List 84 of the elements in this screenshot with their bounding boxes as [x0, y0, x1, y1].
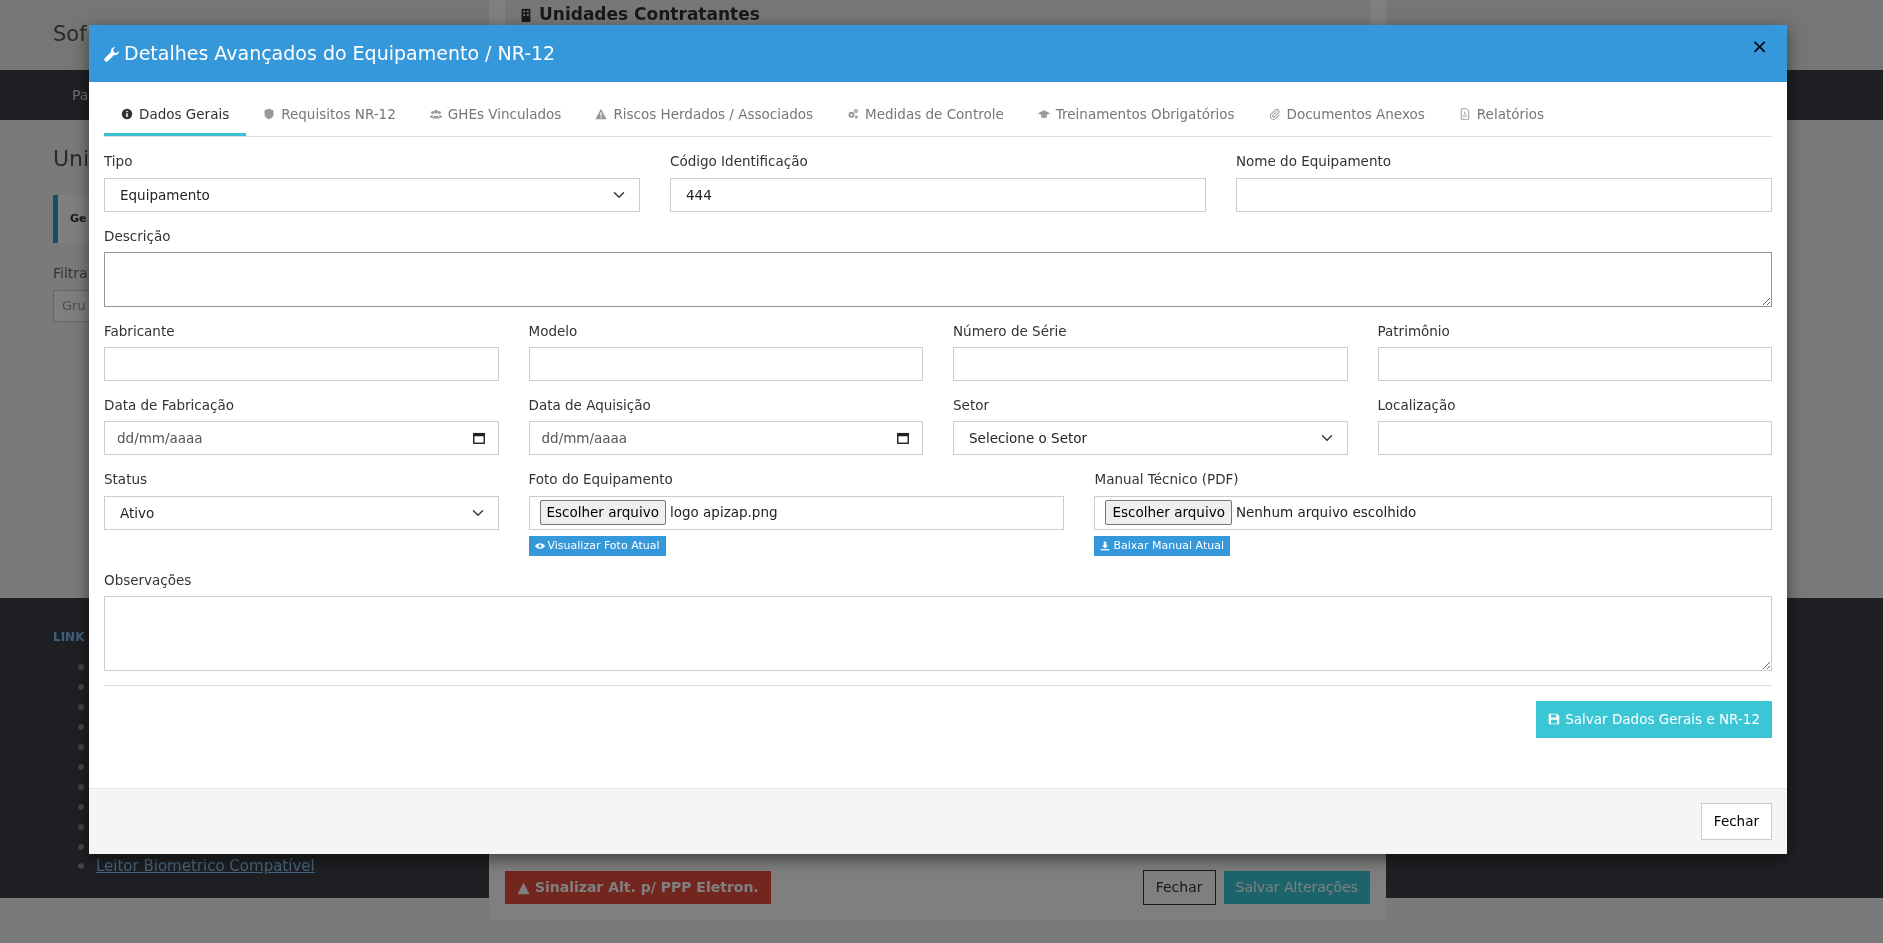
text-field[interactable] [953, 347, 1348, 381]
text-field[interactable]: 444 [670, 177, 1206, 212]
tab[interactable]: Treinamentos Obrigatórios [1020, 94, 1252, 137]
close-button[interactable]: Fechar [1700, 803, 1772, 840]
tab[interactable]: Riscos Herdados / Associados [578, 94, 831, 137]
footer-link[interactable]: Leitor Biometrico Compatível [96, 854, 315, 878]
file-name: Nenhum arquivo escolhido [1235, 503, 1417, 523]
pdf-file-icon [1458, 108, 1471, 121]
text-field[interactable] [104, 347, 499, 381]
select-field[interactable]: Selecione o Setor [953, 421, 1348, 456]
building-icon [519, 7, 533, 23]
field-label: Tipo [104, 152, 134, 172]
field-label: Nome do Equipamento [1235, 152, 1392, 172]
text-field[interactable] [1377, 421, 1772, 456]
field-label: Manual Técnico (PDF) [1094, 470, 1240, 490]
field-label: Patrimônio [1377, 321, 1451, 341]
select-field[interactable]: Equipamento [104, 177, 640, 212]
tab[interactable]: Medidas de Controle [830, 94, 1021, 137]
field-label: Descrição [104, 226, 172, 246]
bullet-icon [78, 684, 84, 690]
bullet-icon [78, 844, 84, 850]
close-button[interactable]: × [1747, 35, 1772, 56]
bullet-icon [78, 764, 84, 770]
bullet-icon [78, 664, 84, 670]
field-label: Data de Aquisição [528, 396, 652, 415]
tab[interactable]: Dados Gerais [104, 94, 247, 137]
date-field[interactable]: dd/mm/aaaa [528, 421, 923, 456]
filter-label: Filtra [53, 264, 89, 283]
field-label: Localização [1377, 396, 1457, 415]
nav-link[interactable]: Pa [72, 84, 89, 106]
wrench-icon [104, 45, 120, 62]
tab[interactable]: Requisitos NR-12 [246, 94, 413, 137]
file-action-button[interactable]: Baixar Manual Atual [1094, 535, 1230, 556]
field-label: Status [104, 470, 149, 490]
paperclip-icon [1268, 108, 1281, 121]
shield-icon [263, 108, 276, 121]
warning-icon [517, 881, 530, 895]
field-label: Número de Série [953, 321, 1068, 341]
choose-file-button[interactable]: Escolher arquivo [539, 500, 666, 525]
links-heading: LINK [53, 629, 86, 646]
info-icon [121, 108, 133, 121]
calendar-icon [896, 431, 910, 446]
bullet-icon [78, 744, 84, 750]
field-label: Fabricante [104, 321, 176, 341]
modal-button[interactable]: Fechar [1142, 870, 1216, 905]
graduation-cap-icon [1037, 108, 1050, 121]
field-label: Observações [104, 571, 193, 590]
tab[interactable]: GHEs Vinculados [412, 94, 579, 137]
file-name: logo apizap.png [669, 503, 778, 523]
text-field[interactable] [528, 347, 923, 381]
page-title: Uni [53, 145, 90, 173]
gears-icon [847, 108, 860, 121]
text-area[interactable] [104, 596, 1772, 672]
field-label: Modelo [528, 321, 579, 341]
bullet-icon [78, 804, 84, 810]
modal-button[interactable]: Sinalizar Alt. p/ PPP Eletron. [505, 871, 771, 904]
download-icon [1100, 540, 1111, 551]
tab[interactable]: Relatórios [1441, 94, 1562, 137]
modal-title: Detalhes Avançados do Equipamento / NR-12 [124, 41, 556, 67]
text-area[interactable] [104, 251, 1772, 307]
field-label: Código Identificação [670, 152, 809, 172]
eye-icon [534, 540, 545, 551]
field-label: Setor [953, 396, 990, 415]
bullet-icon [78, 863, 84, 869]
choose-file-button[interactable]: Escolher arquivo [1105, 500, 1232, 525]
calendar-icon [471, 431, 486, 446]
bullet-icon [78, 824, 84, 830]
file-upload-field[interactable]: Escolher arquivo logo apizap.png [528, 495, 1065, 530]
modal-title: Unidades Contratantes [539, 3, 760, 27]
bullet-icon [78, 724, 84, 730]
text-field[interactable] [1377, 347, 1772, 381]
users-icon [429, 108, 442, 121]
field-label: Foto do Equipamento [528, 470, 674, 490]
file-action-button[interactable]: Visualizar Foto Atual [528, 535, 666, 556]
field-label: Data de Fabricação [104, 396, 235, 415]
warning-icon [595, 108, 608, 121]
bullet-icon [78, 784, 84, 790]
select-field[interactable]: Ativo [104, 495, 499, 530]
tab[interactable]: Documentos Anexos [1251, 94, 1442, 137]
file-upload-field[interactable]: Escolher arquivo Nenhum arquivo escolhido [1094, 495, 1772, 530]
app-title: Sof [53, 21, 87, 49]
bullet-icon [78, 704, 84, 710]
date-field[interactable]: dd/mm/aaaa [104, 421, 499, 456]
text-field[interactable] [1235, 177, 1772, 212]
